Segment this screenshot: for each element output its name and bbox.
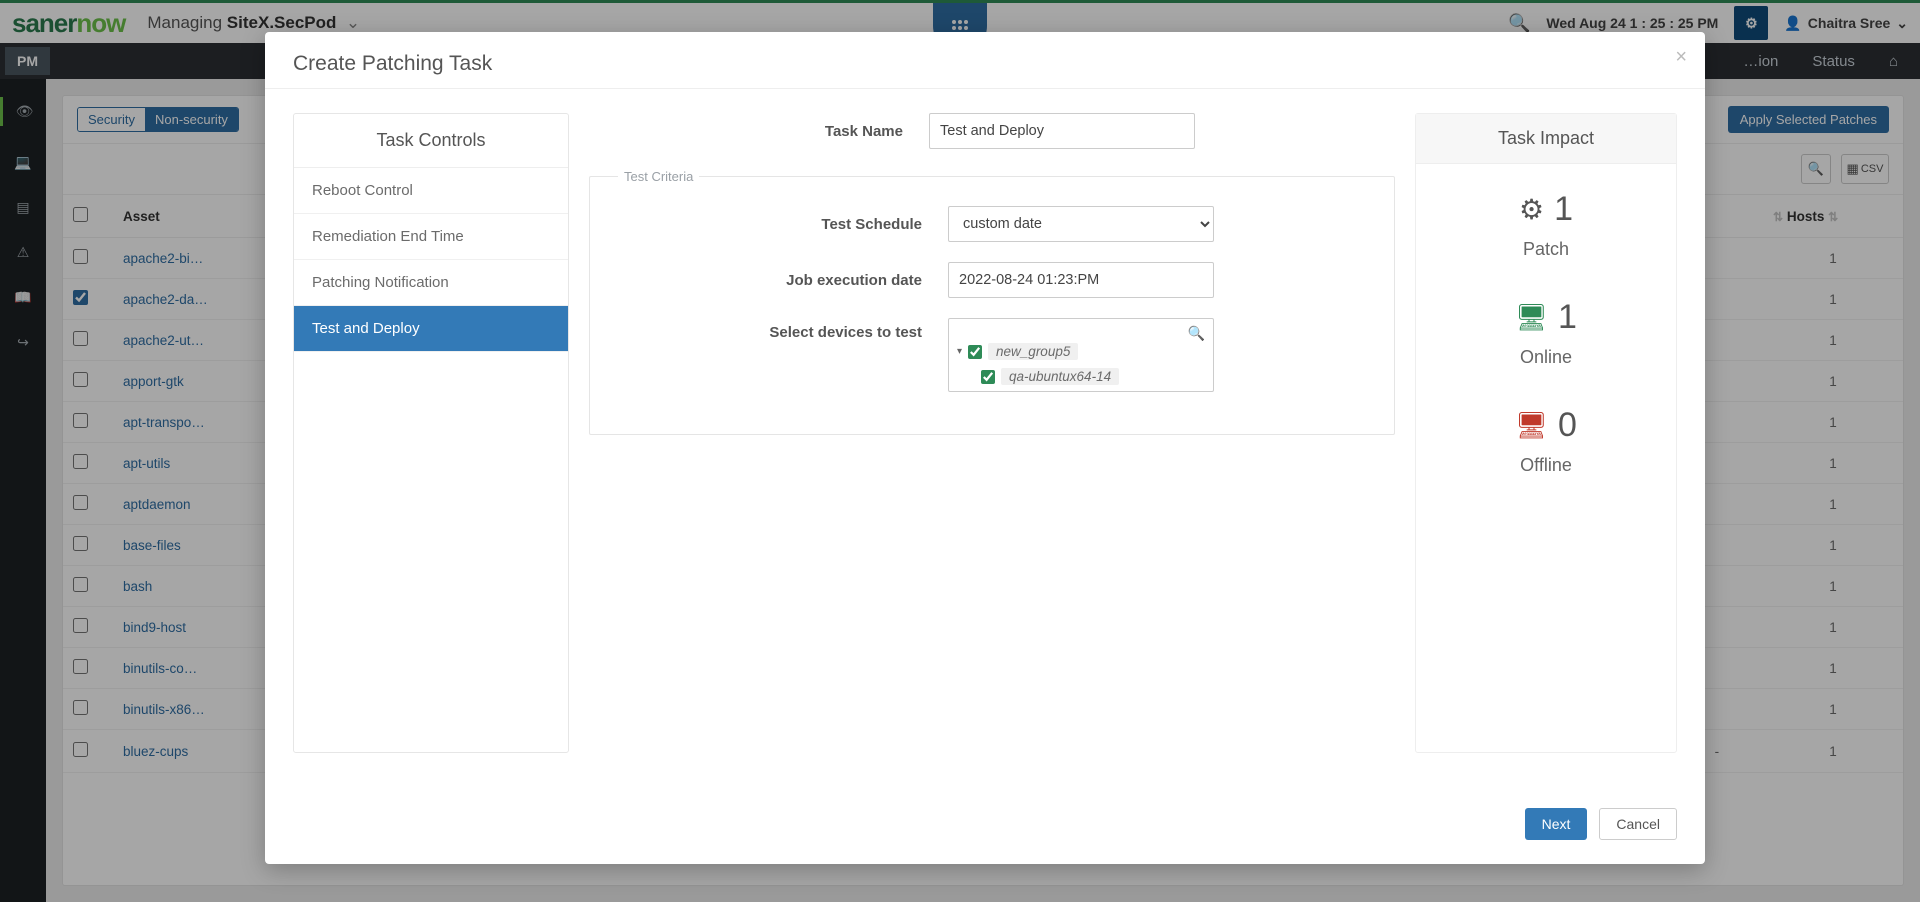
- monitor-online-icon: 🖥: [1515, 302, 1548, 333]
- create-patching-task-modal: × Create Patching Task Task Controls Reb…: [265, 32, 1705, 864]
- offline-label: Offline: [1416, 455, 1676, 476]
- task-name-label: Task Name: [589, 123, 929, 140]
- close-icon[interactable]: ×: [1675, 46, 1687, 69]
- online-label: Online: [1416, 347, 1676, 368]
- task-impact-header: Task Impact: [1416, 114, 1676, 164]
- exec-date-input[interactable]: [948, 262, 1214, 298]
- task-form: Task Name Test Criteria Test Schedule cu…: [589, 113, 1395, 792]
- online-count: 1: [1558, 298, 1577, 337]
- patch-label: Patch: [1416, 239, 1676, 260]
- cancel-button[interactable]: Cancel: [1599, 808, 1677, 840]
- test-criteria-legend: Test Criteria: [618, 169, 699, 184]
- task-controls-nav: Task Controls Reboot ControlRemediation …: [293, 113, 569, 753]
- devices-label: Select devices to test: [608, 318, 948, 341]
- task-control-item[interactable]: Reboot Control: [294, 168, 568, 214]
- test-schedule-label: Test Schedule: [608, 216, 948, 233]
- offline-count: 0: [1558, 406, 1577, 445]
- device-row[interactable]: qa-ubuntux64-14: [981, 368, 1205, 385]
- exec-date-label: Job execution date: [608, 272, 948, 289]
- patch-count: 1: [1554, 190, 1573, 229]
- device-tree-box: 🔍 ▾ new_group5 qa-ubuntux64-14: [948, 318, 1214, 392]
- task-controls-header: Task Controls: [294, 114, 568, 168]
- monitor-offline-icon: 🖥: [1515, 410, 1548, 441]
- group-checkbox[interactable]: [968, 345, 982, 359]
- task-control-item[interactable]: Patching Notification: [294, 260, 568, 306]
- group-name: new_group5: [988, 343, 1078, 360]
- tree-caret-icon[interactable]: ▾: [957, 346, 962, 357]
- device-name: qa-ubuntux64-14: [1001, 368, 1119, 385]
- task-control-item[interactable]: Remediation End Time: [294, 214, 568, 260]
- gear-icon: ⚙: [1519, 193, 1544, 226]
- next-button[interactable]: Next: [1525, 808, 1588, 840]
- test-criteria-fieldset: Test Criteria Test Schedule custom date …: [589, 169, 1395, 435]
- task-impact-panel: Task Impact ⚙ 1 Patch 🖥 1 Online 🖥 0 Offlin…: [1415, 113, 1677, 753]
- test-schedule-select[interactable]: custom date: [948, 206, 1214, 242]
- task-control-item[interactable]: Test and Deploy: [294, 306, 568, 352]
- device-checkbox[interactable]: [981, 370, 995, 384]
- modal-title: Create Patching Task: [265, 32, 1705, 88]
- task-name-input[interactable]: [929, 113, 1195, 149]
- device-group-row[interactable]: ▾ new_group5: [957, 343, 1205, 360]
- device-search-icon[interactable]: 🔍: [1188, 325, 1205, 342]
